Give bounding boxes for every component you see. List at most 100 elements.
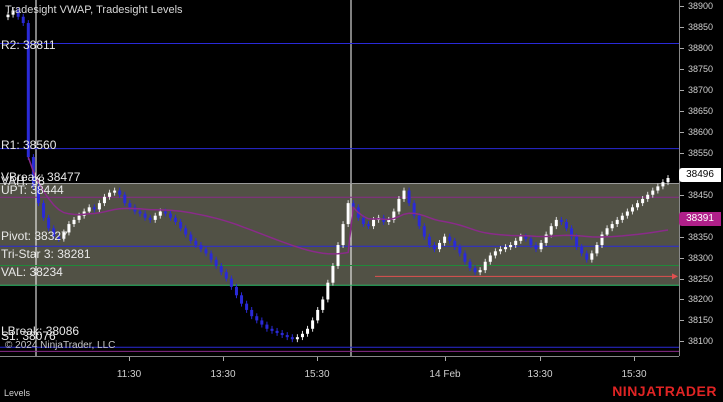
candle-body: [402, 190, 406, 199]
x-tick-mark: [129, 357, 130, 361]
candle-body: [214, 259, 218, 266]
y-tick-mark: [680, 69, 684, 71]
candle-body: [483, 261, 487, 271]
candle-body: [260, 320, 264, 325]
candle-body: [240, 295, 244, 304]
candle-body: [605, 228, 609, 235]
time-axis[interactable]: 11:30 13:30 15:30 14 Feb 13:30 15:30: [0, 356, 679, 387]
candle-body: [575, 236, 579, 248]
candle-body: [646, 194, 650, 199]
candle-body: [432, 245, 436, 250]
candle-body: [285, 335, 289, 338]
candle-body: [234, 286, 238, 296]
y-tick-label: 38750: [688, 64, 714, 75]
chart-title: Tradesight VWAP, Tradesight Levels: [5, 4, 183, 16]
candle-body: [600, 234, 604, 246]
level-label-upt: UPT: 38444: [1, 183, 64, 197]
last-price-tag: 38496: [679, 168, 721, 183]
candle-body: [77, 215, 81, 220]
x-tick-mark: [445, 357, 446, 361]
price-chart[interactable]: [0, 0, 679, 356]
candle-body: [524, 236, 528, 239]
candle-body: [92, 207, 96, 210]
candle-body: [118, 190, 122, 195]
y-tick-mark: [680, 320, 684, 322]
x-tick-label: 11:30: [116, 369, 142, 380]
candle-body: [143, 213, 147, 218]
candle-body: [250, 309, 254, 317]
candle-body: [265, 324, 269, 329]
candle-body: [42, 203, 46, 218]
candle-body: [224, 272, 228, 279]
candle-body: [493, 251, 497, 256]
y-tick-label: 38450: [688, 189, 714, 200]
y-tick-mark: [680, 48, 684, 50]
candle-body: [514, 240, 518, 246]
candle-body: [148, 217, 152, 220]
x-tick-mark: [540, 357, 541, 361]
candle-body: [443, 236, 447, 243]
candle-body: [509, 245, 513, 248]
candle-body: [102, 196, 106, 204]
candle-body: [275, 330, 279, 333]
x-tick-label: 14 Feb: [429, 369, 461, 380]
candle-body: [488, 255, 492, 262]
candle-body: [427, 236, 431, 246]
y-tick-label: 38600: [688, 126, 714, 137]
candle-body: [641, 198, 645, 204]
level-label-s1: S1: 38076: [1, 329, 56, 343]
candle-body: [630, 207, 634, 212]
candle-body: [564, 221, 568, 229]
x-tick-label: 13:30: [210, 369, 236, 380]
y-tick-mark: [680, 6, 684, 8]
candle-body: [585, 253, 589, 260]
candle-body: [422, 226, 426, 237]
candle-body: [397, 198, 401, 212]
y-tick-label: 38100: [688, 336, 714, 347]
x-tick-mark: [223, 357, 224, 361]
y-tick-label: 38800: [688, 43, 714, 54]
ninjatrader-logo: NINJATRADER: [612, 383, 717, 399]
candle-body: [341, 224, 345, 246]
candle-body: [128, 203, 132, 208]
x-tick-label: 15:30: [621, 369, 647, 380]
candle-body: [438, 242, 442, 250]
candle-body: [270, 328, 274, 331]
levels-tab[interactable]: Levels: [4, 388, 30, 398]
candle-body: [473, 268, 477, 273]
x-tick-label: 15:30: [304, 369, 330, 380]
candle-body: [87, 207, 91, 212]
level-label-r1: R1: 38560: [1, 138, 57, 152]
candle-body: [331, 265, 335, 283]
candle-body: [580, 247, 584, 254]
x-tick-label: 13:30: [527, 369, 553, 380]
candle-body: [108, 192, 112, 197]
vwap-price-tag: 38391: [679, 212, 721, 227]
price-panel[interactable]: Tradesight VWAP, Tradesight Levels © 202…: [0, 0, 679, 356]
y-tick-label: 38650: [688, 105, 714, 116]
candle-body: [72, 219, 76, 225]
candle-body: [295, 337, 299, 340]
x-tick-mark: [317, 357, 318, 361]
candle-body: [168, 213, 172, 218]
candle-body: [113, 190, 117, 193]
candle-body: [636, 203, 640, 208]
candle-body: [539, 242, 543, 250]
y-tick-label: 38850: [688, 22, 714, 33]
candle-body: [366, 224, 370, 227]
candle-body: [300, 333, 304, 338]
candle-body: [666, 178, 670, 183]
candle-body: [595, 245, 599, 254]
candle-body: [97, 203, 101, 210]
candle-body: [280, 332, 284, 336]
candle-body: [174, 217, 178, 222]
candle-body: [651, 190, 655, 195]
candle-body: [448, 236, 452, 241]
candle-body: [138, 211, 142, 214]
candle-body: [199, 245, 203, 250]
candle-body: [625, 211, 629, 216]
y-tick-mark: [680, 90, 684, 92]
candle-body: [245, 303, 249, 310]
level-label-val: VAL: 38234: [1, 265, 63, 279]
candle-body: [229, 278, 233, 287]
